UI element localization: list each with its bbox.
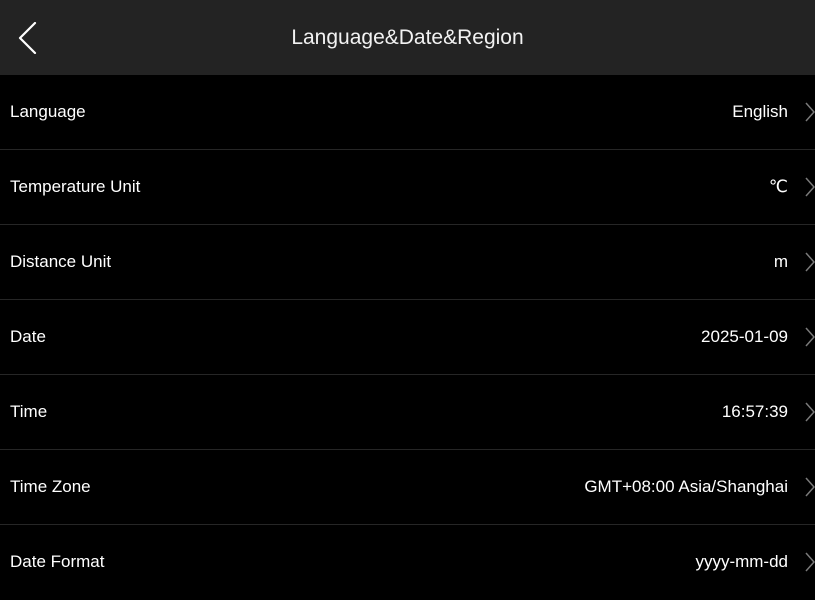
chevron-right-icon [805,552,815,572]
setting-label: Temperature Unit [10,177,141,196]
setting-row-temperature-unit[interactable]: Temperature Unit ℃ [0,150,815,225]
back-button[interactable] [0,0,60,75]
setting-row-language[interactable]: Language English [0,75,815,150]
setting-value: English [732,102,788,121]
header-bar: Language&Date&Region [0,0,815,75]
chevron-right-icon [805,477,815,497]
setting-row-date[interactable]: Date 2025-01-09 [0,300,815,375]
setting-row-time[interactable]: Time 16:57:39 [0,375,815,450]
chevron-right-icon [805,327,815,347]
chevron-right-icon [805,252,815,272]
setting-value: m [773,252,788,271]
setting-row-distance-unit[interactable]: Distance Unit m [0,225,815,300]
settings-list: Language English Temperature Unit ℃ Dist… [0,75,815,600]
setting-label: Date Format [10,552,105,571]
setting-value: ℃ [768,177,788,196]
chevron-right-icon [805,102,815,122]
page-title: Language&Date&Region [291,26,524,49]
chevron-left-icon [18,22,37,54]
setting-label: Time [10,402,48,421]
setting-value: yyyy-mm-dd [695,552,788,571]
chevron-right-icon [805,402,815,422]
setting-value: 16:57:39 [721,402,788,421]
setting-value: 2025-01-09 [701,327,788,346]
setting-label: Distance Unit [10,252,112,271]
chevron-right-icon [805,177,815,197]
setting-row-time-zone[interactable]: Time Zone GMT+08:00 Asia/Shanghai [0,450,815,525]
setting-label: Language [10,102,86,121]
setting-label: Date [10,327,46,346]
setting-value: GMT+08:00 Asia/Shanghai [584,477,788,496]
setting-label: Time Zone [10,477,91,496]
